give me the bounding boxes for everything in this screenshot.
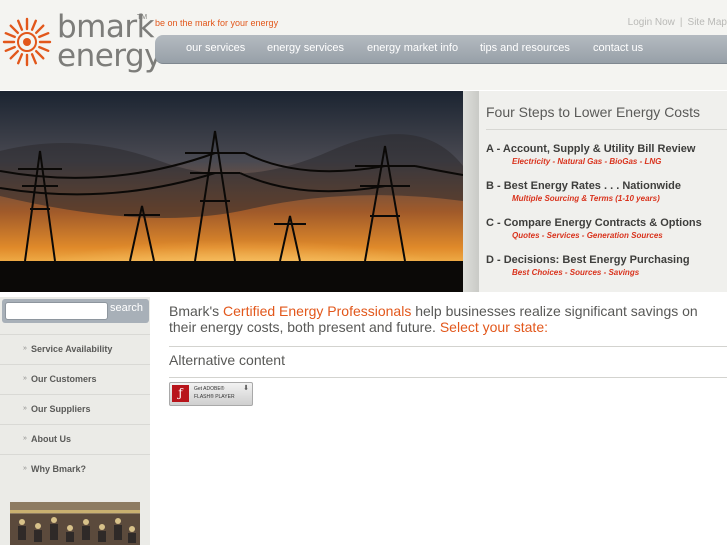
download-arrow-icon: ⬇	[243, 385, 249, 392]
bullet-arrow-icon: »	[23, 465, 27, 472]
logo-trademark: TM	[137, 14, 148, 21]
sidebar-item-about-us[interactable]: » About Us	[0, 424, 150, 454]
step-subtitle: Quotes - Services - Generation Sources	[512, 231, 663, 240]
site-header: bmark TM energy be on the mark for your …	[0, 0, 727, 90]
sidebar-item-label: Our Customers	[31, 374, 97, 384]
sunburst-logo-icon	[2, 17, 52, 67]
tagline: be on the mark for your energy	[155, 18, 279, 28]
hero-image	[0, 91, 463, 292]
login-link[interactable]: Login Now	[628, 17, 675, 28]
content-divider	[169, 346, 727, 347]
sidebar-item-label: Why Bmark?	[31, 464, 87, 474]
flash-label-line2: FLASH® PLAYER	[194, 394, 235, 400]
logo-text-energy: energy	[57, 38, 163, 74]
sidebar-item-our-suppliers[interactable]: » Our Suppliers	[0, 394, 150, 424]
sidebar-item-label: About Us	[31, 434, 71, 444]
step-title: D - Decisions: Best Energy Purchasing	[486, 254, 690, 266]
intro-text: Bmark's Certified Energy Professionals h…	[169, 303, 727, 335]
bullet-arrow-icon: »	[23, 375, 27, 382]
sidebar-item-why-bmark[interactable]: » Why Bmark?	[0, 454, 150, 484]
sitemap-link[interactable]: Site Map	[688, 17, 727, 28]
sidebar-item-label: Service Availability	[31, 344, 113, 354]
certified-professionals-link[interactable]: Certified Energy Professionals	[223, 303, 411, 319]
sidebar-item-label: Our Suppliers	[31, 404, 91, 414]
select-state-prompt: Select your state:	[439, 319, 548, 335]
search-input[interactable]	[5, 302, 108, 320]
nav-tips-and-resources[interactable]: tips and resources	[480, 42, 570, 54]
sidebar-item-our-customers[interactable]: » Our Customers	[0, 364, 150, 394]
step-subtitle: Best Choices - Sources - Savings	[512, 268, 640, 277]
step-a[interactable]: A - Account, Supply & Utility Bill Revie…	[486, 143, 727, 166]
sidebar: search » Service Availability » Our Cust…	[0, 297, 150, 545]
bullet-arrow-icon: »	[23, 405, 27, 412]
bmark-logo[interactable]: bmark TM energy	[0, 9, 163, 75]
step-b[interactable]: B - Best Energy Rates . . . Nationwide M…	[486, 180, 727, 203]
step-title: A - Account, Supply & Utility Bill Revie…	[486, 143, 696, 155]
intro-text-part1: Bmark's	[169, 303, 224, 319]
nav-energy-services[interactable]: energy services	[267, 42, 344, 54]
search-button[interactable]: search	[110, 302, 143, 314]
step-subtitle: Multiple Sourcing & Terms (1-10 years)	[512, 194, 660, 203]
nav-energy-market-info[interactable]: energy market info	[367, 42, 458, 54]
top-links-separator: |	[679, 17, 683, 28]
flash-label-line1: Get ADOBE®	[194, 386, 225, 392]
steps-title: Four Steps to Lower Energy Costs	[486, 104, 700, 120]
get-flash-player-button[interactable]: ƒ Get ADOBE® FLASH® PLAYER ⬇	[169, 382, 253, 406]
sidebar-item-service-availability[interactable]: » Service Availability	[0, 334, 150, 364]
step-c[interactable]: C - Compare Energy Contracts & Options Q…	[486, 217, 727, 240]
bullet-arrow-icon: »	[23, 345, 27, 352]
sidebar-menu: » Service Availability » Our Customers »…	[0, 334, 150, 484]
flash-icon: ƒ	[172, 385, 189, 402]
trading-floor-photo[interactable]	[10, 502, 140, 545]
steps-divider	[486, 129, 727, 130]
search-bar: search	[2, 299, 149, 323]
hero-divider	[463, 91, 479, 292]
main-nav: our services energy services energy mark…	[155, 35, 727, 64]
step-title: B - Best Energy Rates . . . Nationwide	[486, 180, 681, 192]
nav-our-services[interactable]: our services	[186, 42, 245, 54]
alternative-content-heading: Alternative content	[169, 352, 285, 368]
step-d[interactable]: D - Decisions: Best Energy Purchasing Be…	[486, 254, 727, 277]
step-title: C - Compare Energy Contracts & Options	[486, 217, 702, 229]
nav-contact-us[interactable]: contact us	[593, 42, 643, 54]
bullet-arrow-icon: »	[23, 435, 27, 442]
top-links: Login Now | Site Map	[628, 17, 727, 28]
content-divider	[169, 377, 727, 378]
step-subtitle: Electricity - Natural Gas - BioGas - LNG	[512, 157, 662, 166]
four-steps-panel: Four Steps to Lower Energy Costs A - Acc…	[479, 91, 727, 292]
